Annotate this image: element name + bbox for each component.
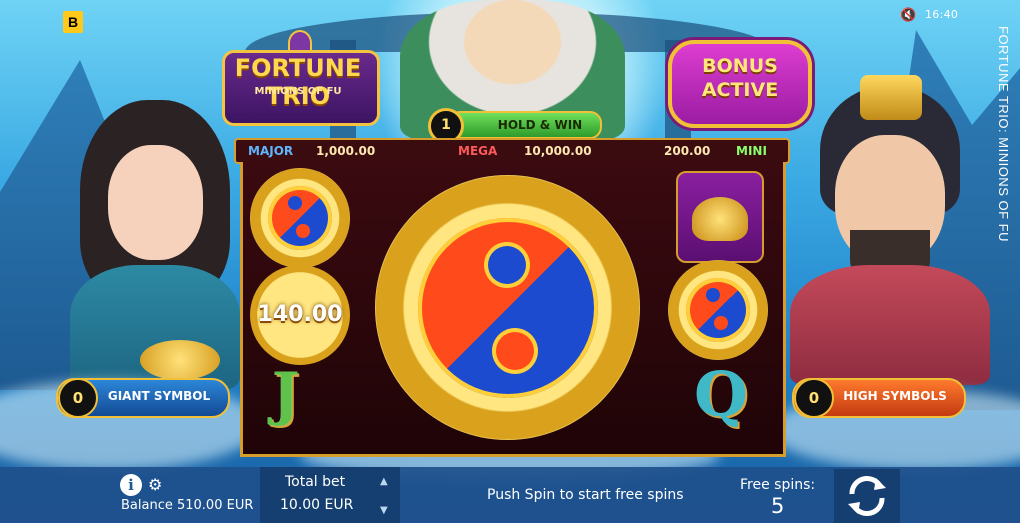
free-spins-label: Free spins: (740, 477, 816, 493)
game-logo: FORTUNE TRIO MINIONS OF FU (222, 30, 380, 130)
giant-symbol-label: GIANT SYMBOL (107, 389, 211, 403)
jackpot-mini-label: MINI (736, 144, 767, 158)
giant-symbol-counter: 0 GIANT SYMBOL (56, 378, 230, 418)
status-message: Push Spin to start free spins (487, 487, 684, 503)
bonus-line2: ACTIVE (701, 79, 779, 101)
coin-value-symbol: 140.00 (250, 265, 350, 365)
clock: 16:40 (925, 8, 959, 21)
hold-and-win-indicator: HOLD & WIN 1 (428, 108, 602, 144)
bonus-active-badge: BONUS ACTIVE (668, 40, 812, 128)
girl-character (70, 100, 240, 390)
game-title: FORTUNE TRIO: MINIONS OF FU (996, 26, 1011, 242)
spin-arrows-icon (848, 475, 886, 517)
speaker-muted-icon[interactable]: 🔇 (900, 8, 916, 23)
jackpot-mega-label: MEGA (458, 144, 498, 158)
warrior-character (790, 75, 990, 385)
jackpot-mega-value: 10,000.00 (524, 144, 592, 158)
logo-title: FORTUNE TRIO (234, 54, 362, 110)
total-bet-value: 10.00 EUR (280, 497, 354, 513)
high-symbols-count: 0 (794, 378, 834, 418)
jackpot-major-label: MAJOR (248, 144, 294, 158)
logo-subtitle: MINIONS OF FU (254, 86, 342, 97)
jackpot-bar: MAJOR 1,000.00 MEGA 10,000.00 200.00 MIN… (234, 138, 790, 164)
bonus-line1: BONUS (702, 55, 778, 77)
q-symbol: Q (694, 358, 749, 431)
jackpot-mini-value: 200.00 (664, 144, 711, 158)
free-spins-value: 5 (771, 494, 785, 518)
jackpot-major-value: 1,000.00 (316, 144, 376, 158)
brand-logo: B (63, 11, 83, 33)
spin-button[interactable] (834, 469, 900, 523)
gold-ingot-symbol (676, 171, 764, 263)
bet-decrease-icon[interactable]: ▼ (380, 505, 388, 516)
balance: Balance 510.00 EUR (121, 498, 254, 513)
yin-yang-icon (686, 278, 750, 342)
hold-win-label: HOLD & WIN (497, 118, 583, 132)
info-icon[interactable]: i (120, 474, 142, 496)
yin-yang-icon (268, 186, 332, 250)
giant-yin-yang-icon (418, 218, 598, 398)
total-bet-label: Total bet (285, 474, 346, 490)
high-symbols-counter: 0 HIGH SYMBOLS (792, 378, 966, 418)
giant-symbol-count: 0 (58, 378, 98, 418)
j-symbol: J (272, 360, 300, 428)
gear-icon[interactable]: ⚙ (148, 475, 162, 494)
high-symbols-label: HIGH SYMBOLS (843, 389, 947, 403)
bet-increase-icon[interactable]: ▲ (380, 476, 388, 487)
